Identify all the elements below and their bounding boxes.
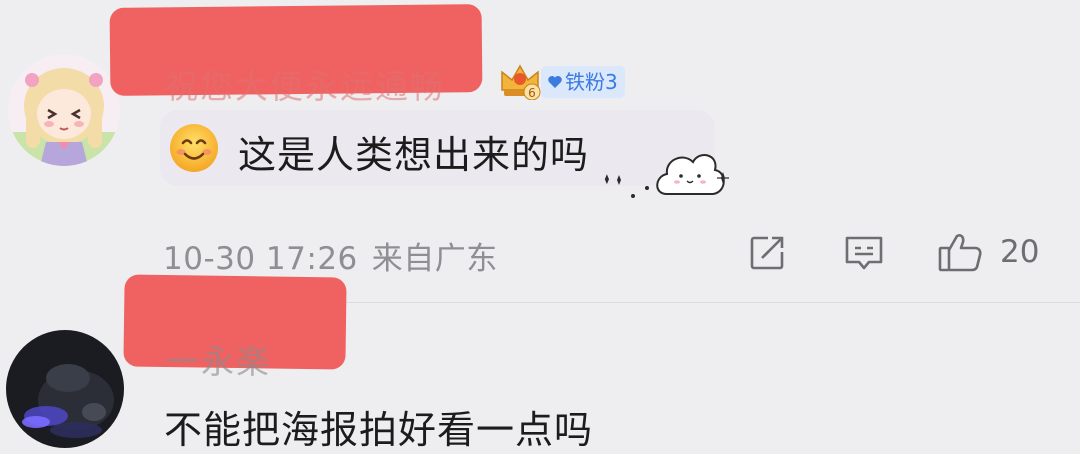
location: 来自广东 (371, 241, 498, 277)
crown-badge-icon: 6 (498, 60, 542, 104)
fan-badge[interactable]: 铁粉3 (541, 66, 625, 98)
svg-text:6: 6 (528, 86, 536, 100)
comment-text: 这是人类想出来的吗 (238, 133, 590, 177)
heart-icon (548, 76, 562, 88)
avatar-image (8, 54, 120, 166)
comment-icon[interactable] (843, 232, 885, 276)
username[interactable]: 祝您大便永远通畅 (165, 60, 445, 108)
avatar[interactable] (8, 54, 120, 166)
username[interactable]: 一永楽 (166, 335, 271, 383)
avatar[interactable] (6, 330, 124, 448)
cloud-sticker (595, 140, 735, 208)
comment-meta: 10-30 17:26 来自广东 (163, 233, 498, 278)
share-icon[interactable] (748, 232, 788, 276)
timestamp: 10-30 17:26 (163, 241, 358, 277)
thumbs-up-icon[interactable] (937, 232, 983, 278)
fan-badge-label: 铁粉3 (565, 70, 618, 94)
avatar-image (6, 330, 124, 448)
like-count: 20 (1000, 234, 1040, 270)
comment-text: 不能把海报拍好看一点吗 (164, 408, 594, 452)
smiling-face-emoji (168, 122, 220, 178)
